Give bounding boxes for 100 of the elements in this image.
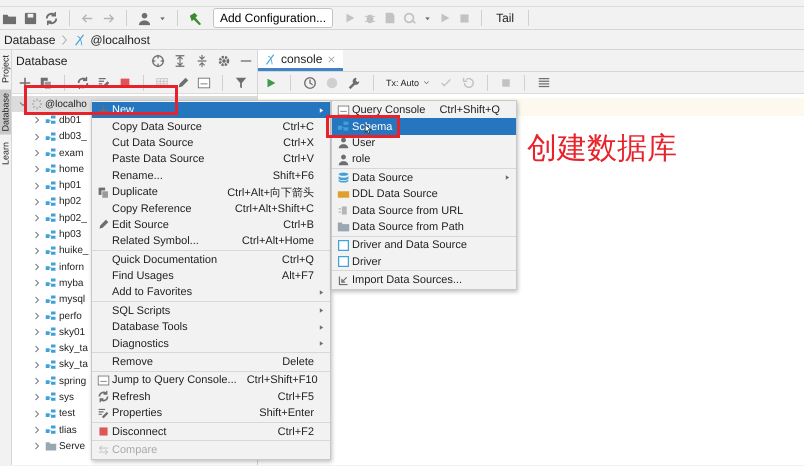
menu-item[interactable]: Edit Source Ctrl+B (92, 216, 330, 234)
tree-item[interactable]: mysql (59, 294, 86, 306)
schema-icon (45, 147, 57, 160)
tree-item[interactable]: spring (59, 376, 86, 387)
folder-icon (336, 220, 350, 234)
refresh-icon (96, 390, 110, 404)
schema-icon (45, 408, 57, 420)
submenu-arrow-icon (503, 173, 512, 182)
schema-icon (45, 326, 57, 338)
tree-item[interactable]: home (59, 164, 84, 175)
console-icon[interactable] (197, 76, 211, 90)
menu-item[interactable]: Disconnect Ctrl+F2 (92, 423, 330, 440)
history-icon[interactable] (303, 76, 317, 90)
schema-icon (336, 120, 350, 134)
side-tab[interactable]: Database (0, 90, 11, 135)
tree-item[interactable]: hp02_ (59, 212, 87, 224)
menu-item[interactable]: Copy Data Source Ctrl+C (92, 118, 330, 135)
menu-item[interactable]: Find Usages Alt+F7 (92, 268, 330, 284)
menu-item[interactable]: Driver (332, 254, 516, 270)
schema-icon (45, 358, 57, 371)
menu-item[interactable]: Jump to Query Console... Ctrl+Shift+F10 (92, 372, 330, 389)
menu-item[interactable]: Copy Reference Ctrl+Alt+Shift+C (92, 200, 330, 217)
side-tab[interactable]: Learn (0, 138, 11, 168)
tree-item[interactable]: myba (59, 278, 84, 289)
menu-item[interactable]: Cut Data Source Ctrl+X (92, 134, 330, 152)
menu-item[interactable]: Related Symbol... Ctrl+Alt+Home (92, 233, 330, 250)
schema-icon (45, 228, 57, 241)
menu-item[interactable]: Data Source (332, 170, 516, 186)
plus-icon (96, 104, 110, 117)
wrench-icon[interactable] (347, 76, 361, 90)
copy-icon[interactable] (39, 76, 53, 90)
menu-item[interactable]: User (332, 134, 516, 152)
tree-item[interactable]: db03_ (59, 131, 87, 142)
tree-item[interactable]: huike_ (59, 245, 88, 256)
menu-item[interactable]: Driver and Data Source (332, 237, 516, 254)
tree-item[interactable]: sys (59, 392, 74, 403)
collapse-all-icon[interactable] (195, 54, 209, 68)
tree-item[interactable]: @localho (45, 98, 87, 110)
schema-icon (45, 342, 57, 355)
pencil-icon (96, 218, 110, 232)
schema-icon (45, 196, 57, 208)
tree-item[interactable]: sky_ta (59, 359, 88, 370)
schema-icon (45, 424, 57, 436)
menu-item[interactable]: Data Source from Path (332, 218, 516, 236)
schema-icon (45, 391, 57, 404)
refresh-icon[interactable] (44, 10, 59, 26)
menu-item[interactable]: DDL Data Source (332, 186, 516, 202)
breadcrumb-item[interactable]: @localhost (90, 32, 150, 46)
tree-item[interactable]: db01 (59, 114, 82, 126)
user-icon[interactable] (137, 10, 152, 26)
menu-item[interactable]: role (332, 151, 516, 168)
tail-button[interactable]: Tail (492, 11, 518, 25)
menu-item[interactable]: Import Data Sources... (332, 272, 516, 288)
tree-item[interactable]: hp01 (59, 180, 82, 192)
console-icon (336, 104, 350, 117)
run-configuration-button[interactable]: Add Configuration... (213, 8, 334, 28)
menu-item[interactable]: Quick Documentation Ctrl+Q (92, 252, 330, 268)
menu-item[interactable]: Add to Favorites (92, 284, 330, 301)
menu-item[interactable]: Database Tools (92, 319, 330, 336)
close-icon[interactable] (326, 54, 338, 64)
schema-icon (45, 130, 57, 143)
breadcrumb-item[interactable]: Database (4, 32, 56, 46)
transaction-dropdown[interactable]: Tx: Auto (386, 78, 432, 88)
menu-item[interactable]: Query Console Ctrl+Shift+Q (332, 102, 516, 118)
tree-item[interactable]: perfo (59, 310, 82, 322)
tree-item[interactable]: hp02 (59, 196, 82, 208)
menu-item[interactable]: Diagnostics (92, 335, 330, 352)
compare-icon (96, 444, 110, 456)
submenu-arrow-icon (317, 106, 326, 115)
list-icon[interactable] (537, 76, 552, 90)
tree-item[interactable]: hp03 (59, 229, 82, 240)
tree-item[interactable]: Serve (59, 440, 86, 452)
save-icon[interactable] (23, 10, 38, 26)
tree-item[interactable]: sky01 (59, 326, 86, 338)
menu-item[interactable]: Duplicate Ctrl+Alt+向下箭头 (92, 184, 330, 200)
menu-item[interactable]: Remove Delete (92, 354, 330, 370)
expand-all-icon[interactable] (173, 54, 187, 68)
pencil-icon[interactable] (176, 76, 190, 90)
menu-item[interactable]: Rename... Shift+F6 (92, 168, 330, 184)
menu-item[interactable]: Paste Data Source Ctrl+V (92, 151, 330, 168)
stop-icon (96, 425, 110, 438)
menu-item[interactable]: Data Source from URL (332, 202, 516, 219)
build-icon[interactable] (188, 10, 203, 26)
tree-item[interactable]: tlias (59, 424, 77, 436)
tree-item[interactable]: sky_ta (59, 343, 88, 354)
settings-icon[interactable] (217, 54, 231, 68)
filter-icon[interactable] (234, 76, 248, 90)
tree-item[interactable]: test (59, 408, 76, 420)
editor-tab[interactable]: console (258, 50, 344, 71)
menu-item[interactable]: SQL Scripts (92, 302, 330, 320)
menu-item[interactable]: Properties Shift+Enter (92, 405, 330, 422)
tree-item[interactable]: inforn (59, 262, 84, 273)
refresh-icon[interactable] (76, 76, 90, 90)
side-tab[interactable]: Project (0, 52, 11, 86)
schema-icon (45, 261, 57, 274)
locate-icon[interactable] (151, 54, 165, 68)
tree-item[interactable]: exam (59, 148, 84, 159)
schema-icon (45, 310, 57, 322)
schema-icon (45, 375, 57, 388)
menu-item[interactable]: Refresh Ctrl+F5 (92, 388, 330, 406)
